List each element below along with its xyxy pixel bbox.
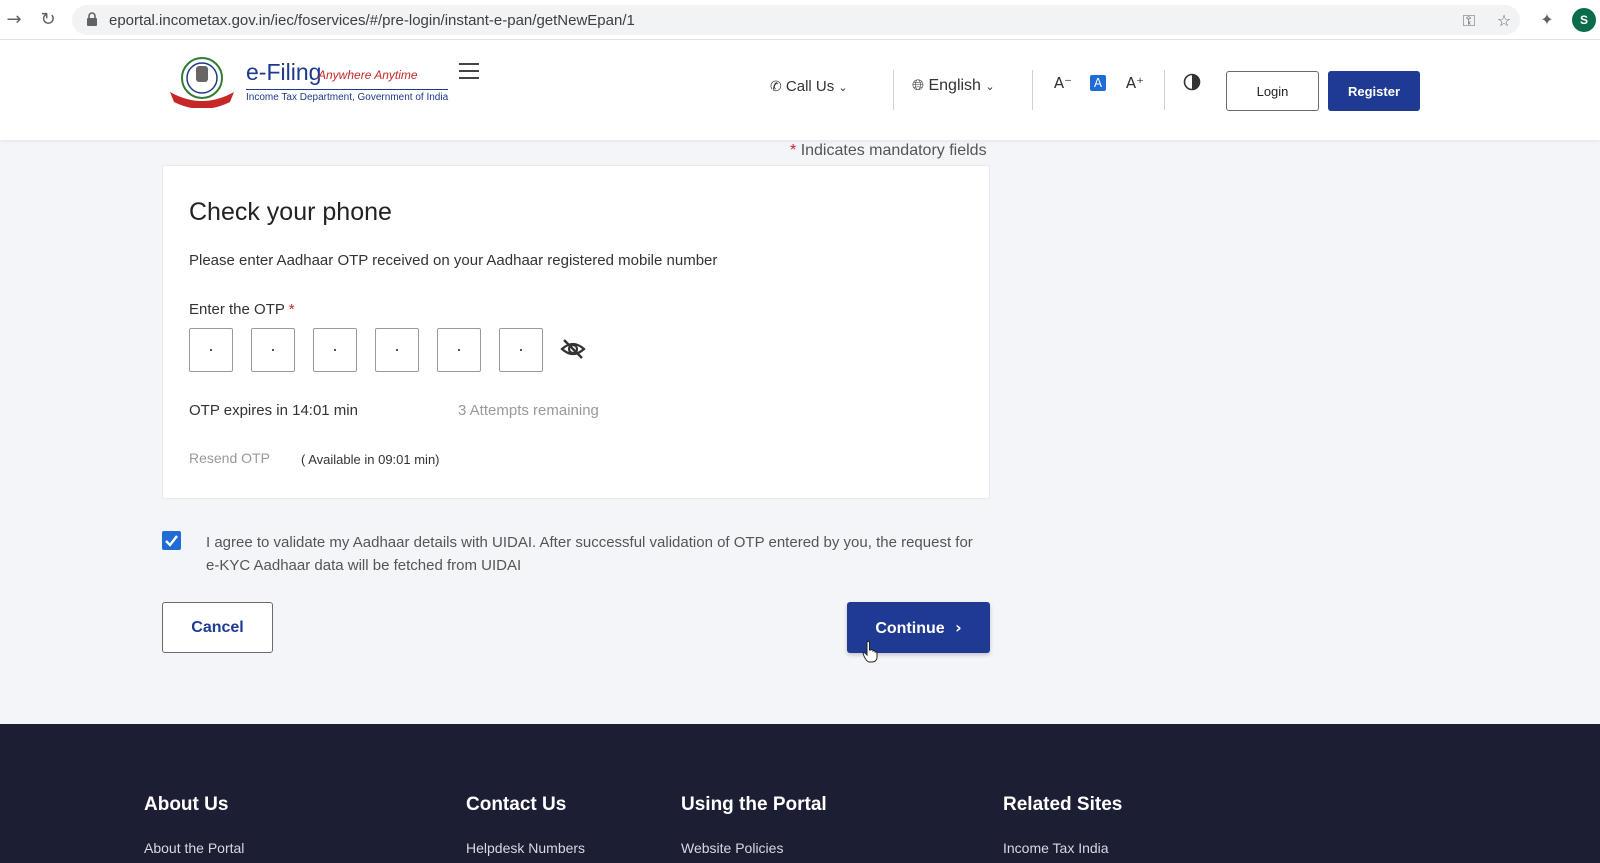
continue-label: Continue xyxy=(875,619,945,637)
footer-link-income-tax-india[interactable]: Income Tax India xyxy=(1003,840,1109,856)
footer-heading-about: About Us xyxy=(144,794,229,815)
footer-link-website-policies[interactable]: Website Policies xyxy=(681,840,783,856)
brand-department: Income Tax Department, Government of Ind… xyxy=(246,89,449,103)
lock-icon xyxy=(87,12,97,26)
footer-heading-using-portal: Using the Portal xyxy=(681,794,827,815)
register-button[interactable]: Register xyxy=(1328,71,1420,111)
star-icon[interactable]: ☆ xyxy=(1493,10,1515,32)
site-footer: About Us About the Portal Contact Us Hel… xyxy=(0,724,1600,863)
forward-icon[interactable]: → xyxy=(2,8,26,32)
mandatory-note: * Indicates mandatory fields xyxy=(790,142,987,159)
footer-heading-contact: Contact Us xyxy=(466,794,567,815)
otp-description: Please enter Aadhaar OTP received on you… xyxy=(189,252,718,269)
footer-heading-related-sites: Related Sites xyxy=(1003,794,1123,815)
contrast-icon[interactable] xyxy=(1183,73,1201,91)
brand-tagline: Anywhere Anytime xyxy=(318,68,418,82)
chevron-down-icon: ⌄ xyxy=(838,81,848,94)
brand-title: e-Filing xyxy=(246,59,322,85)
call-us-label: Call Us xyxy=(785,78,835,95)
page-title: Check your phone xyxy=(189,198,392,226)
address-bar[interactable]: eportal.incometax.gov.in/iec/foservices/… xyxy=(72,5,1520,35)
profile-avatar[interactable]: S xyxy=(1572,8,1596,32)
otp-digit-3[interactable]: · xyxy=(313,328,357,372)
divider xyxy=(1032,70,1033,110)
divider xyxy=(1164,70,1165,110)
divider xyxy=(893,70,894,110)
otp-expiry-text: OTP expires in 14:01 min xyxy=(189,402,358,419)
agree-text: I agree to validate my Aadhaar details w… xyxy=(206,534,973,574)
key-icon[interactable]: ⚿ xyxy=(1458,10,1480,32)
otp-card: Check your phone Please enter Aadhaar OT… xyxy=(162,165,990,499)
resend-otp-link[interactable]: Resend OTP xyxy=(189,450,270,466)
otp-digit-2[interactable]: · xyxy=(251,328,295,372)
menu-icon[interactable] xyxy=(459,63,479,79)
extensions-icon[interactable]: ✦ xyxy=(1536,9,1558,31)
hand-cursor-icon xyxy=(862,641,878,663)
otp-digit-4[interactable]: · xyxy=(375,328,419,372)
login-button[interactable]: Login xyxy=(1226,71,1319,111)
font-normal-button[interactable]: A xyxy=(1090,75,1106,91)
chevron-right-icon: › xyxy=(955,617,962,637)
agree-checkbox[interactable] xyxy=(162,531,181,550)
checkmark-icon xyxy=(165,535,178,547)
url-text: eportal.incometax.gov.in/iec/foservices/… xyxy=(109,12,635,29)
cancel-button[interactable]: Cancel xyxy=(162,602,273,653)
footer-link-helpdesk[interactable]: Helpdesk Numbers xyxy=(466,840,585,856)
globe-icon: 🌐︎ xyxy=(912,76,925,94)
font-increase-button[interactable]: A⁺ xyxy=(1124,73,1146,93)
font-decrease-button[interactable]: A⁻ xyxy=(1052,73,1074,93)
chevron-down-icon: ⌄ xyxy=(985,80,995,93)
phone-icon: ✆ xyxy=(770,79,782,95)
language-label: English xyxy=(928,77,981,94)
call-us-dropdown[interactable]: ✆ Call Us ⌄ xyxy=(770,78,848,95)
otp-digit-6[interactable]: · xyxy=(499,328,543,372)
attempts-remaining-text: 3 Attempts remaining xyxy=(458,402,599,419)
browser-toolbar: → ↻ eportal.incometax.gov.in/iec/foservi… xyxy=(0,0,1600,40)
otp-digit-1[interactable]: · xyxy=(189,328,233,372)
otp-label: Enter the OTP * xyxy=(189,301,295,318)
efiling-logo[interactable]: e-Filing Anywhere Anytime Income Tax Dep… xyxy=(166,56,449,112)
resend-availability-text: ( Available in 09:01 min) xyxy=(301,452,440,467)
emblem-icon xyxy=(170,57,234,108)
otp-digit-5[interactable]: · xyxy=(437,328,481,372)
language-dropdown[interactable]: 🌐︎ English ⌄ xyxy=(912,76,995,95)
reload-icon[interactable]: ↻ xyxy=(36,8,60,32)
eye-off-icon[interactable] xyxy=(560,338,586,360)
footer-link-about-portal[interactable]: About the Portal xyxy=(144,840,244,856)
site-header: e-Filing Anywhere Anytime Income Tax Dep… xyxy=(0,40,1600,140)
